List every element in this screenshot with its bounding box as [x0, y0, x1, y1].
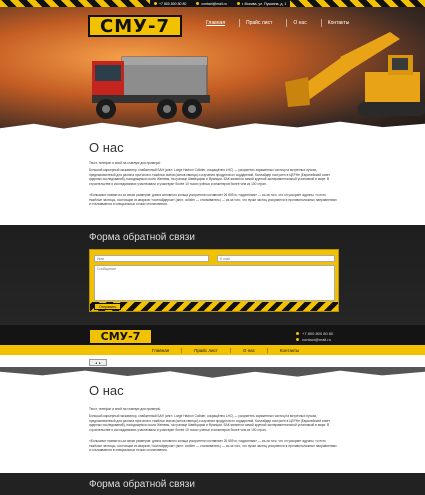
top-phone[interactable]: +7 800 800 80 80: [154, 2, 186, 6]
footer-email[interactable]: contact@mail.ru: [296, 337, 331, 342]
main-nav: Главная Прайс лист О нас Контакты: [200, 19, 355, 27]
footer-phone-text: +7 800 800 80 80: [302, 331, 334, 336]
form-hazard-stripe: [90, 302, 338, 311]
top-contacts: +7 800 800 80 80 contact@mail.ru г. Моск…: [150, 0, 291, 7]
site-logo[interactable]: СМУ-7: [88, 15, 182, 37]
footer-nav: Главная Прайс лист О нас Контакты: [0, 345, 425, 355]
footer-nav-about[interactable]: О нас: [229, 347, 267, 353]
about-title: О нас: [89, 140, 124, 155]
about-paragraph-2: Большой карьерный экскаватор, снабженный…: [89, 168, 331, 186]
slider-thumb[interactable]: ◄ ►: [89, 359, 107, 366]
footer-nav-contacts[interactable]: Контакты: [266, 347, 311, 353]
about-section: О нас Текст, телефон и иной на главную д…: [0, 135, 425, 225]
email-input[interactable]: [217, 255, 335, 262]
top-address: г. Москва, ул. Пушкина, д. 1: [236, 1, 287, 6]
about-paragraph-2-repeat: Большой карьерный экскаватор, снабженный…: [89, 414, 331, 432]
feedback-section: Форма обратной связи Отправить: [0, 225, 425, 325]
hero-banner: СМУ-7 Главная Прайс лист О нас Контакты: [0, 7, 425, 135]
grunge-divider: [0, 367, 425, 378]
footer-email-text: contact@mail.ru: [302, 337, 331, 342]
location-icon: [236, 2, 240, 5]
excavator-image: [285, 32, 425, 116]
footer-logo[interactable]: СМУ-7: [89, 329, 152, 344]
logo-text: СМУ-7: [100, 15, 170, 37]
dump-truck-image: [92, 56, 210, 119]
footer-nav-home[interactable]: Главная: [140, 348, 181, 353]
about-paragraph-1: Текст, телефон и иной на главную для при…: [89, 161, 161, 165]
about-paragraph-1-repeat: Текст, телефон и иной на главную для при…: [89, 407, 161, 411]
feedback-title-repeat: Форма обратной связи: [89, 479, 195, 490]
about-paragraph-3-repeat: «Большим» назван из-за своих размеров: д…: [89, 439, 337, 452]
send-button[interactable]: Отправить: [94, 303, 122, 310]
phone-icon: [154, 2, 157, 5]
top-address-text: г. Москва, ул. Пушкина, д. 1: [241, 1, 287, 6]
phone-icon: [296, 332, 299, 335]
feedback-section-repeat: Форма обратной связи: [0, 473, 425, 495]
mail-icon: [296, 338, 299, 341]
footer-phone[interactable]: +7 800 800 80 80: [296, 331, 333, 336]
message-textarea[interactable]: [94, 265, 335, 301]
mail-icon: [196, 2, 200, 5]
about-paragraph-3: «Большим» назван из-за своих размеров: д…: [89, 193, 337, 206]
nav-contacts[interactable]: Контакты: [320, 19, 356, 27]
feedback-title: Форма обратной связи: [89, 232, 195, 243]
about-section-repeat: ◄ ► О нас Текст, телефон и иной на главн…: [0, 355, 425, 473]
nav-home[interactable]: Главная: [200, 19, 231, 27]
nav-about[interactable]: О нас: [286, 19, 312, 27]
feedback-form: Отправить: [89, 249, 339, 312]
about-title-repeat: О нас: [89, 383, 124, 398]
top-email[interactable]: contact@mail.ru: [196, 1, 227, 6]
top-phone-text: +7 800 800 80 80: [159, 1, 187, 6]
footer-logo-text: СМУ-7: [100, 330, 141, 343]
name-input[interactable]: [94, 255, 209, 262]
nav-price[interactable]: Прайс лист: [239, 19, 278, 27]
top-email-text: contact@mail.ru: [201, 1, 227, 6]
footer-nav-price[interactable]: Прайс лист: [181, 347, 230, 353]
